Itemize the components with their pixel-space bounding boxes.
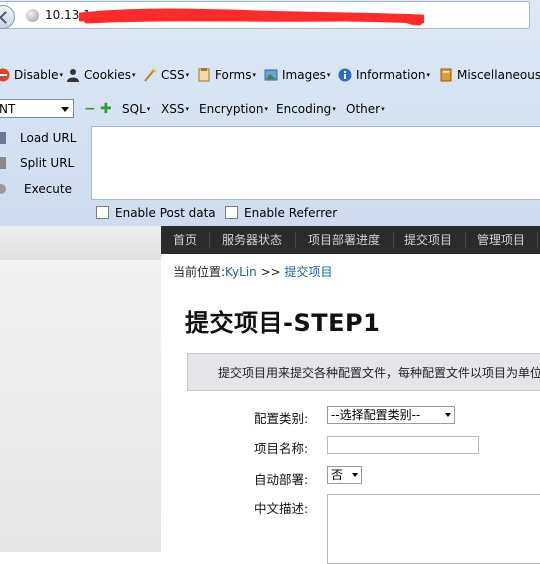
menu-encoding[interactable]: Encoding▾: [276, 100, 336, 120]
menu-disable-label: Disable: [14, 68, 59, 82]
menu-xss[interactable]: XSS▾: [161, 100, 189, 120]
nav-manage-project[interactable]: 管理项目: [477, 226, 525, 254]
information-icon: [338, 68, 352, 82]
checkbox-box[interactable]: [96, 206, 109, 219]
forms-icon: [198, 68, 210, 82]
menu-encoding-label: Encoding: [276, 102, 332, 116]
menu-css-label: CSS: [161, 68, 185, 82]
menu-encryption[interactable]: Encryption▾: [199, 100, 268, 120]
project-name-input[interactable]: [327, 436, 479, 454]
description-textarea[interactable]: [327, 494, 540, 564]
menu-other[interactable]: Other▾: [346, 100, 385, 120]
breadcrumb-current-link[interactable]: 提交项目: [285, 265, 333, 279]
enable-post-data-checkbox[interactable]: Enable Post data: [96, 206, 216, 220]
page-content: 首页 服务器状态 项目部署进度 提交项目 管理项目 当前位置:KyLin >> …: [161, 226, 540, 564]
breadcrumb-prefix: 当前位置:: [173, 265, 226, 279]
info-text: 提交项目用来提交各种配置文件，每种配置文件以项目为单位: [218, 366, 540, 380]
plus-icon[interactable]: ✚: [100, 102, 112, 116]
enable-referrer-checkbox[interactable]: Enable Referrer: [225, 206, 337, 220]
menu-cookies[interactable]: Cookies▾: [66, 66, 136, 86]
page-title: 提交项目-STEP1: [185, 309, 381, 337]
menu-images-label: Images: [282, 68, 326, 82]
menu-cookies-label: Cookies: [84, 68, 131, 82]
nav-divider: [209, 232, 210, 248]
project-name-label: 项目名称:: [254, 441, 309, 456]
nav-divider: [393, 232, 394, 248]
execute-icon: [0, 184, 6, 194]
load-url-icon: [0, 132, 6, 144]
breadcrumb-home-link[interactable]: KyLin: [225, 265, 257, 279]
description-label: 中文描述:: [254, 501, 309, 516]
hackbar-menu-secondary: NT − ✚ SQL▾ XSS▾ Encryption▾ Encoding▾ O…: [0, 98, 540, 122]
config-type-label: 配置类别:: [254, 411, 309, 426]
breadcrumb-separator: >>: [256, 265, 285, 279]
config-type-select-value: --选择配置类别--: [331, 408, 421, 422]
chevron-down-icon: [352, 473, 358, 477]
back-button[interactable]: [0, 5, 15, 29]
menu-disable[interactable]: Disable▾: [0, 66, 63, 86]
enable-referrer-label: Enable Referrer: [244, 206, 338, 220]
images-icon: [264, 69, 278, 81]
menu-miscellaneous-label: Miscellaneous: [457, 68, 540, 82]
nav-deploy-progress[interactable]: 项目部署进度: [308, 226, 380, 254]
menu-css[interactable]: CSS▾: [143, 66, 189, 86]
execute-label: Execute: [24, 182, 72, 196]
nav-divider: [537, 232, 538, 248]
split-url-label: Split URL: [20, 156, 75, 170]
minus-icon[interactable]: −: [84, 102, 96, 116]
enable-post-data-label: Enable Post data: [115, 206, 216, 220]
nav-submit-project[interactable]: 提交项目: [404, 226, 452, 254]
hackbar-menu: Disable▾ Cookies▾ CSS▾ Forms▾ Images▾ In…: [0, 66, 540, 86]
cookies-icon: [67, 69, 79, 82]
menu-encryption-label: Encryption: [199, 102, 264, 116]
site-globe-icon: [26, 9, 39, 22]
menu-sql-label: SQL: [122, 102, 146, 116]
menu-other-label: Other: [346, 102, 381, 116]
auto-deploy-select-value: 否: [331, 468, 344, 482]
address-bar[interactable]: 10.13.1: [0, 1, 530, 29]
disable-icon: [0, 68, 10, 82]
menu-miscellaneous[interactable]: Miscellaneous▾: [439, 66, 540, 86]
hackbar-url-textarea[interactable]: [91, 126, 540, 200]
split-url-icon: [0, 157, 6, 169]
menu-xss-label: XSS: [161, 102, 185, 116]
breadcrumb: 当前位置:KyLin >> 提交项目: [173, 263, 333, 280]
site-navbar: 首页 服务器状态 项目部署进度 提交项目 管理项目: [161, 226, 540, 254]
miscellaneous-icon: [440, 68, 452, 82]
menu-sql[interactable]: SQL▾: [122, 100, 150, 120]
chevron-down-icon: [445, 413, 451, 417]
browser-chrome: 10.13.1 Disable▾ Cookies▾ CSS▾ Forms▾ Im…: [0, 0, 540, 226]
menu-images[interactable]: Images▾: [264, 66, 330, 86]
config-type-select[interactable]: --选择配置类别--: [327, 406, 455, 424]
menu-forms[interactable]: Forms▾: [197, 66, 256, 86]
nav-home[interactable]: 首页: [173, 226, 197, 254]
menu-information[interactable]: Information▾: [338, 66, 430, 86]
chevron-down-icon: [61, 107, 69, 112]
info-box: 提交项目用来提交各种配置文件，每种配置文件以项目为单位: [187, 353, 540, 391]
menu-information-label: Information: [356, 68, 426, 82]
auto-deploy-label: 自动部署:: [254, 472, 309, 487]
type-select[interactable]: NT: [0, 99, 74, 118]
auto-deploy-select[interactable]: 否: [327, 466, 362, 484]
nav-divider: [295, 232, 296, 248]
nav-divider: [465, 232, 466, 248]
url-redaction-scribble: [79, 8, 424, 26]
load-url-label: Load URL: [20, 131, 77, 145]
page-left-margin: [0, 226, 161, 552]
nav-server-status[interactable]: 服务器状态: [222, 226, 282, 254]
css-icon: [144, 68, 157, 82]
type-select-value: NT: [0, 102, 16, 116]
menu-forms-label: Forms: [215, 68, 252, 82]
checkbox-box[interactable]: [225, 206, 238, 219]
